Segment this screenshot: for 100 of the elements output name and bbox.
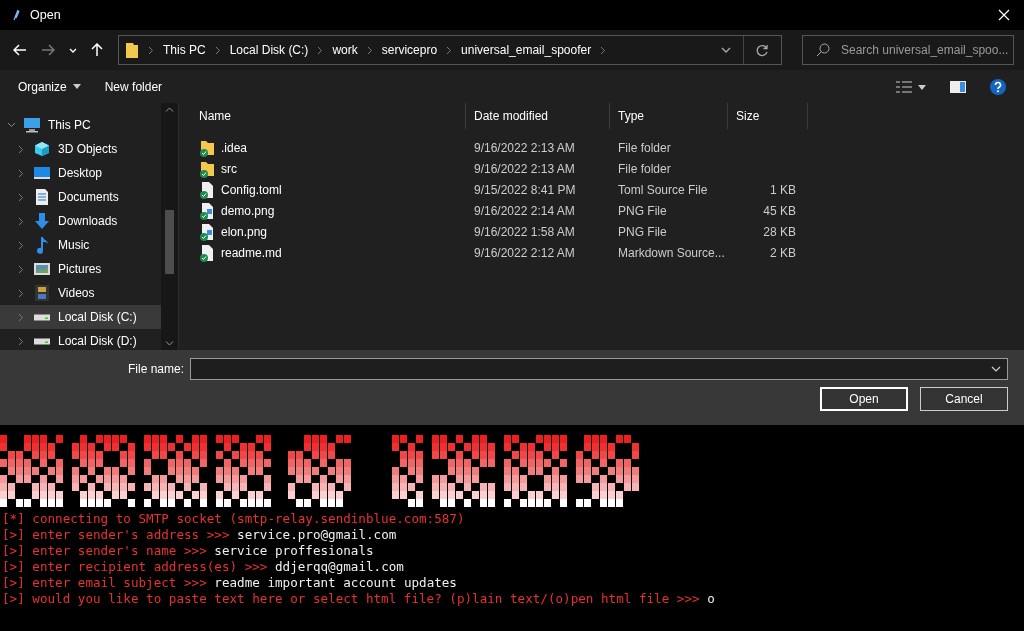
scroll-down-icon[interactable] [165, 341, 174, 346]
prompt-text: connecting to SMTP socket (smtp-relay.sendinblue.com:587) [32, 511, 465, 527]
nav-label: Documents [58, 190, 119, 204]
prompt-marker: [>] [2, 543, 25, 559]
nav-item[interactable]: This PC [0, 113, 161, 137]
nav-label: This PC [48, 118, 91, 132]
prompt-marker: [>] [2, 575, 25, 591]
date-cell-text: 9/16/2022 2:12 AM [473, 245, 576, 260]
breadcrumb[interactable]: universal_email_spoofer [461, 43, 592, 57]
chevron-icon [18, 264, 24, 274]
file-icon [199, 243, 215, 262]
pictures-icon [34, 262, 50, 276]
chevron-icon [148, 45, 154, 55]
nav-item[interactable]: Documents [0, 185, 161, 209]
file-name[interactable]: src [221, 161, 237, 176]
chevron-icon [18, 216, 24, 226]
scrollbar[interactable] [161, 103, 178, 350]
refresh-icon[interactable] [756, 43, 769, 57]
type-cell-text: PNG File [617, 224, 668, 239]
nav-item[interactable]: Videos [0, 281, 161, 305]
chevron-icon [446, 45, 453, 55]
scroll-thumb[interactable] [165, 210, 174, 274]
column-header[interactable]: Type [610, 103, 728, 129]
file-name[interactable]: Config.toml [221, 182, 282, 197]
column-header[interactable]: Date modified [466, 103, 610, 129]
file-name[interactable]: demo.png [221, 203, 275, 218]
caret-icon [69, 47, 77, 53]
folder-icon [199, 138, 215, 157]
prompt-text: enter email subject >>> [32, 575, 207, 591]
cube-icon [34, 141, 50, 157]
chevron-icon [18, 312, 24, 322]
up-arrow-icon [91, 43, 103, 57]
date-cell-text: 9/15/2022 8:41 PM [473, 182, 577, 197]
chevron-icon [600, 45, 607, 55]
nav-label: Videos [58, 286, 95, 300]
breadcrumb[interactable]: servicepro [381, 43, 438, 57]
nav-item[interactable]: Music [0, 233, 161, 257]
nav-label: 3D Objects [58, 142, 118, 156]
prompt-text: enter recipient address(es) >>> [32, 559, 268, 575]
file-name-field[interactable] [190, 358, 1008, 380]
feather-icon [12, 9, 20, 21]
column-header[interactable]: Name [191, 103, 466, 129]
input-text: service proffesionals [214, 543, 374, 559]
nav-label: Music [58, 238, 90, 252]
dropdown-chevron-icon[interactable] [991, 366, 1001, 372]
breadcrumb[interactable]: work [332, 43, 358, 57]
prompt-text: enter sender's address >>> [32, 527, 230, 543]
size-cell-text: 45 KB [762, 203, 797, 218]
prompt-marker: [>] [2, 527, 25, 543]
nav-item[interactable]: Downloads [0, 209, 161, 233]
input-text: o [707, 591, 715, 607]
file-name[interactable]: .idea [221, 140, 248, 155]
input-text: service.pro@gmail.com [237, 527, 397, 543]
nav-label: Local Disk (C:) [58, 310, 137, 324]
music-note-icon [35, 236, 49, 254]
nav-label: Pictures [58, 262, 102, 276]
scroll-up-icon[interactable] [165, 107, 174, 112]
folder-icon [125, 41, 139, 59]
prompt-text: would you like to paste text here or select html file? (p)lain text/(o)pen html file >>> [32, 591, 700, 607]
column-header[interactable]: Size [728, 103, 808, 129]
download-arrow-icon [34, 212, 50, 230]
image-file-icon [199, 201, 215, 220]
chevron-icon [18, 240, 24, 250]
back-arrow-icon [13, 44, 27, 56]
prompt-marker: [>] [2, 591, 25, 607]
nav-item[interactable]: Local Disk (D:) [0, 329, 161, 353]
window-title: Open [30, 8, 62, 22]
file-name-label: File name: [127, 362, 184, 376]
folder-icon [199, 159, 215, 178]
nav-item[interactable]: Local Disk (C:) [0, 305, 161, 329]
search-field[interactable]: Search universal_email_spoo... [802, 35, 1014, 65]
chevron-icon [317, 45, 324, 55]
search-icon [816, 43, 830, 57]
file-name[interactable]: elon.png [221, 224, 268, 239]
chevron-icon [18, 336, 24, 346]
caret-icon [72, 84, 81, 89]
breadcrumb[interactable]: Local Disk (C:) [229, 43, 309, 57]
file-name[interactable]: readme.md [221, 245, 282, 260]
type-cell-text: PNG File [617, 203, 668, 218]
cancel-button[interactable]: Cancel [920, 387, 1008, 411]
size-cell-text: 28 KB [762, 224, 797, 239]
chevron-icon [18, 168, 24, 178]
date-cell-text: 9/16/2022 1:58 AM [473, 224, 576, 239]
nav-item[interactable]: Pictures [0, 257, 161, 281]
breadcrumb[interactable]: This PC [163, 43, 206, 57]
date-cell-text: 9/16/2022 2:13 AM [473, 140, 576, 155]
nav-label: Local Disk (D:) [58, 334, 137, 348]
size-cell-text: 2 KB [769, 245, 797, 260]
organize-menu-button[interactable]: Organize [10, 75, 89, 98]
address-bar[interactable]: This PC Local Disk (C:) work servicepro universal_email_spoofer [118, 35, 782, 65]
file-icon [199, 180, 215, 199]
nav-item[interactable]: Desktop [0, 161, 161, 185]
film-icon [35, 285, 49, 301]
chevron-icon [18, 288, 24, 298]
chevron-icon [214, 45, 221, 55]
open-button[interactable]: Open [820, 387, 908, 411]
nav-item[interactable]: 3D Objects [0, 137, 161, 161]
type-cell-text: Markdown Source... [617, 245, 726, 260]
prompt-text: enter sender's name >>> [32, 543, 207, 559]
new-folder-button[interactable]: New folder [96, 75, 171, 98]
